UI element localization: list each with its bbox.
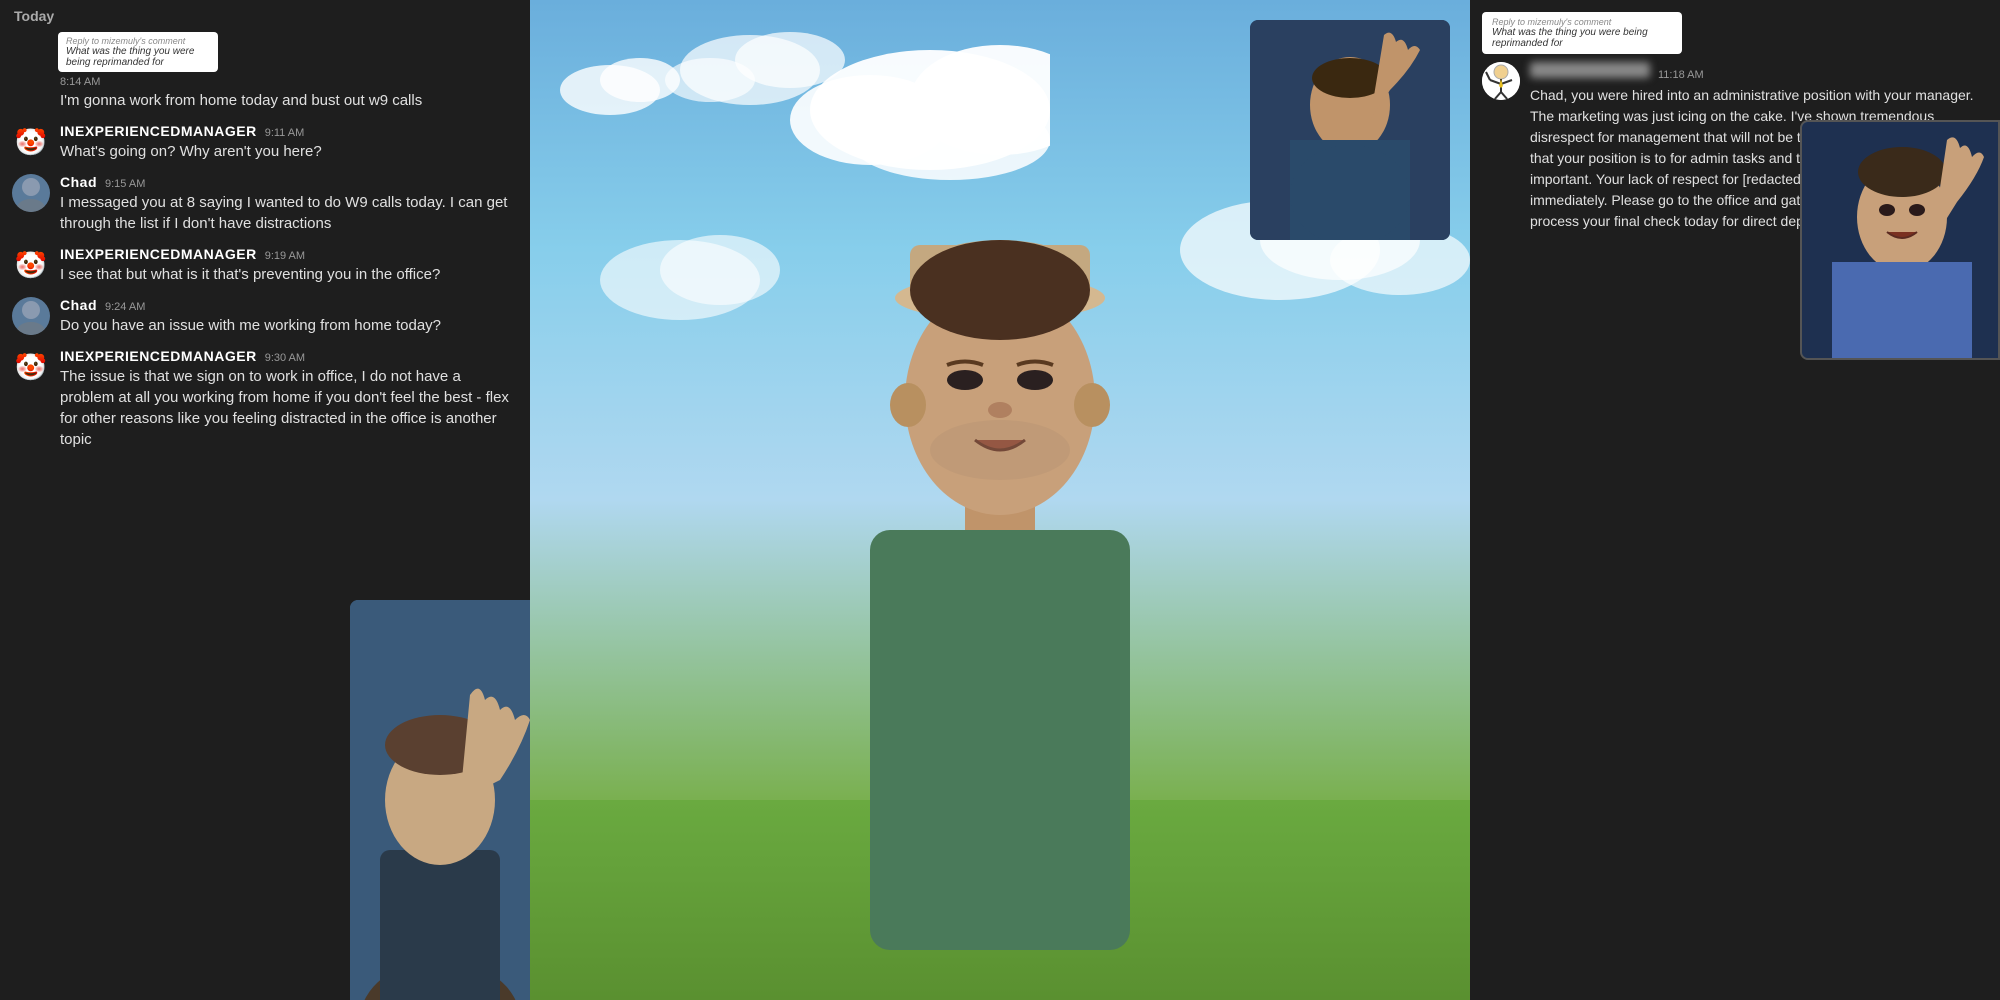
center-panel — [530, 0, 1470, 1000]
right-chat-panel: Reply to mizemuly's comment What was the… — [1470, 0, 2000, 1000]
person-overlay-left — [350, 600, 530, 1000]
small-video-right — [1800, 120, 2000, 360]
today-label: Today — [0, 0, 530, 32]
message-row-6: 🤡 INEXPERIENCEDMANAGER 9:30 AM The issue… — [12, 348, 518, 450]
manager-avatar-right — [1482, 62, 1520, 100]
message-row-2: 🤡 INEXPERIENCEDMANAGER 9:11 AM What's go… — [12, 123, 518, 162]
msg3-time: 9:15 AM — [105, 178, 145, 190]
right-msg-time: 11:18 AM — [1658, 69, 1704, 81]
msg2-text: What's going on? Why aren't you here? — [60, 141, 518, 162]
msg5-time: 9:24 AM — [105, 301, 145, 313]
manager-avatar-3: 🤡 — [12, 348, 50, 386]
msg4-username: INEXPERIENCEDMANAGER — [60, 246, 257, 262]
msg3-username: Chad — [60, 174, 97, 190]
message-row-3: Chad 9:15 AM I messaged you at 8 saying … — [12, 174, 518, 234]
msg1-time: 8:14 AM — [60, 76, 100, 88]
reply-prefix-right: Reply to mizemuly's comment — [1492, 17, 1672, 27]
reply-text-right: What was the thing you were being reprim… — [1492, 27, 1648, 49]
small-video-center — [1250, 20, 1450, 240]
person-svg — [790, 50, 1210, 950]
msg6-time: 9:30 AM — [265, 352, 305, 364]
message-row-1: 8:14 AM I'm gonna work from home today a… — [60, 76, 518, 111]
reply-prefix-left: Reply to mizemuly's comment — [66, 36, 210, 46]
msg1-text: I'm gonna work from home today and bust … — [60, 90, 518, 111]
message-row-4: 🤡 INEXPERIENCEDMANAGER 9:19 AM I see tha… — [12, 246, 518, 285]
reply-sticker-right: Reply to mizemuly's comment What was the… — [1482, 12, 1682, 54]
manager-avatar-1: 🤡 — [12, 123, 50, 161]
msg4-time: 9:19 AM — [265, 250, 305, 262]
msg5-username: Chad — [60, 297, 97, 313]
msg3-text: I messaged you at 8 saying I wanted to d… — [60, 192, 518, 234]
chad-avatar-2 — [12, 297, 50, 335]
manager-avatar-2: 🤡 — [12, 246, 50, 284]
left-chat-panel: Today Reply to mizemuly's comment What w… — [0, 0, 530, 1000]
msg2-time: 9:11 AM — [265, 127, 305, 139]
reply-sticker-left: Reply to mizemuly's comment What was the… — [58, 32, 218, 72]
right-username-blurred — [1530, 62, 1650, 78]
msg4-text: I see that but what is it that's prevent… — [60, 264, 518, 285]
msg2-username: INEXPERIENCEDMANAGER — [60, 123, 257, 139]
chat-area-left: Reply to mizemuly's comment What was the… — [0, 32, 530, 462]
chad-avatar-1 — [12, 174, 50, 212]
msg6-text: The issue is that we sign on to work in … — [60, 366, 518, 450]
msg6-username: INEXPERIENCEDMANAGER — [60, 348, 257, 364]
msg5-text: Do you have an issue with me working fro… — [60, 315, 518, 336]
reply-text-left: What was the thing you were being reprim… — [66, 46, 194, 68]
message-row-5: Chad 9:24 AM Do you have an issue with m… — [12, 297, 518, 336]
